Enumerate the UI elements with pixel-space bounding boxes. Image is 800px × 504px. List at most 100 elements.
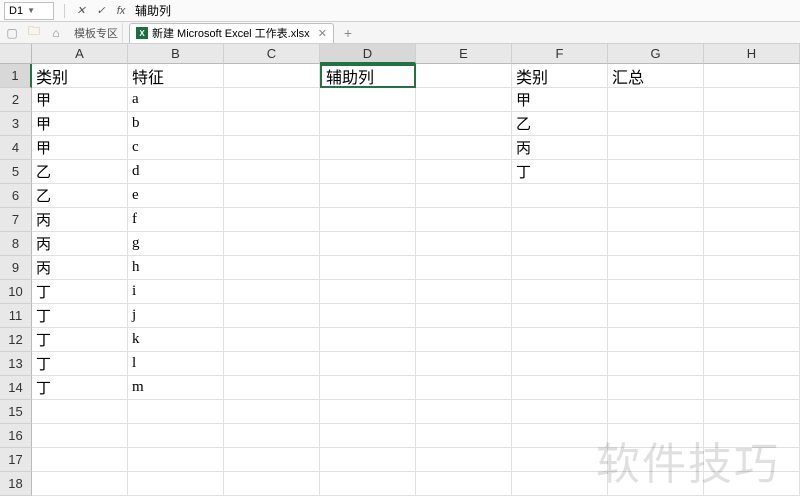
cell[interactable] [128,472,224,496]
cell[interactable]: k [128,328,224,352]
cell[interactable] [704,400,800,424]
cell[interactable] [704,160,800,184]
cell[interactable] [320,88,416,112]
cell[interactable] [512,472,608,496]
cell[interactable] [704,352,800,376]
cell[interactable] [224,376,320,400]
cell[interactable]: b [128,112,224,136]
home-icon[interactable]: ⌂ [48,25,64,41]
row-header[interactable]: 13 [0,352,32,376]
cell[interactable] [704,136,800,160]
cell[interactable] [416,424,512,448]
cell[interactable]: 丁 [32,328,128,352]
cell[interactable] [320,112,416,136]
column-header[interactable]: H [704,44,800,64]
cell[interactable] [608,352,704,376]
cell[interactable] [704,280,800,304]
row-header[interactable]: 9 [0,256,32,280]
cell[interactable] [512,424,608,448]
confirm-icon[interactable]: ✓ [94,4,108,18]
open-folder-icon[interactable]: 🗀 [26,25,42,41]
cell[interactable] [416,136,512,160]
cell[interactable] [224,136,320,160]
row-header[interactable]: 17 [0,448,32,472]
cell[interactable] [224,88,320,112]
cell[interactable] [416,160,512,184]
cell[interactable] [608,400,704,424]
cell[interactable] [224,448,320,472]
cell[interactable] [608,160,704,184]
cell[interactable] [320,448,416,472]
cell[interactable] [416,88,512,112]
cell[interactable] [416,280,512,304]
cell[interactable] [224,64,320,88]
cell[interactable] [128,448,224,472]
cell[interactable] [320,376,416,400]
cell[interactable] [512,280,608,304]
cell[interactable] [320,184,416,208]
column-header[interactable]: B [128,44,224,64]
cancel-icon[interactable]: ✕ [74,4,88,18]
cell[interactable]: c [128,136,224,160]
cell[interactable]: 丙 [32,232,128,256]
cell[interactable] [320,352,416,376]
column-header[interactable]: G [608,44,704,64]
cell[interactable]: 甲 [512,88,608,112]
cell[interactable] [704,184,800,208]
cell[interactable] [608,184,704,208]
cell[interactable] [32,448,128,472]
row-header[interactable]: 14 [0,376,32,400]
cell[interactable]: 丙 [32,208,128,232]
close-icon[interactable]: ✕ [318,27,327,40]
cell[interactable] [608,208,704,232]
cell[interactable] [416,64,512,88]
cell[interactable] [224,160,320,184]
cell[interactable]: 汇总 [608,64,704,88]
row-header[interactable]: 7 [0,208,32,232]
cell[interactable] [224,304,320,328]
cell[interactable] [416,184,512,208]
cell[interactable] [704,328,800,352]
cell[interactable]: 丙 [32,256,128,280]
cell[interactable] [704,448,800,472]
cell[interactable]: 乙 [32,184,128,208]
cell[interactable]: m [128,376,224,400]
cell[interactable] [32,424,128,448]
column-header[interactable]: C [224,44,320,64]
cell[interactable] [32,400,128,424]
row-header[interactable]: 12 [0,328,32,352]
row-header[interactable]: 3 [0,112,32,136]
cell[interactable]: 丁 [32,352,128,376]
row-header[interactable]: 6 [0,184,32,208]
cell[interactable] [416,256,512,280]
cell[interactable] [320,208,416,232]
cell[interactable]: 乙 [32,160,128,184]
cell[interactable]: 甲 [32,136,128,160]
cell[interactable] [320,160,416,184]
row-header[interactable]: 5 [0,160,32,184]
cell[interactable] [608,88,704,112]
cell[interactable] [608,112,704,136]
cell[interactable] [224,424,320,448]
cell[interactable] [608,376,704,400]
cell[interactable] [224,328,320,352]
cell[interactable] [416,448,512,472]
cell[interactable] [704,376,800,400]
cell[interactable]: 丁 [32,304,128,328]
select-all-corner[interactable] [0,44,32,64]
cell[interactable] [224,208,320,232]
cell[interactable] [704,64,800,88]
cell[interactable] [320,280,416,304]
cell[interactable] [608,256,704,280]
cell[interactable] [608,472,704,496]
row-header[interactable]: 4 [0,136,32,160]
cell[interactable]: g [128,232,224,256]
cell[interactable] [512,208,608,232]
cell[interactable] [704,256,800,280]
cell[interactable]: 丁 [512,160,608,184]
cell[interactable]: i [128,280,224,304]
cell[interactable]: 类别 [32,64,128,88]
cell[interactable] [416,208,512,232]
cell[interactable] [704,232,800,256]
cell[interactable] [416,376,512,400]
